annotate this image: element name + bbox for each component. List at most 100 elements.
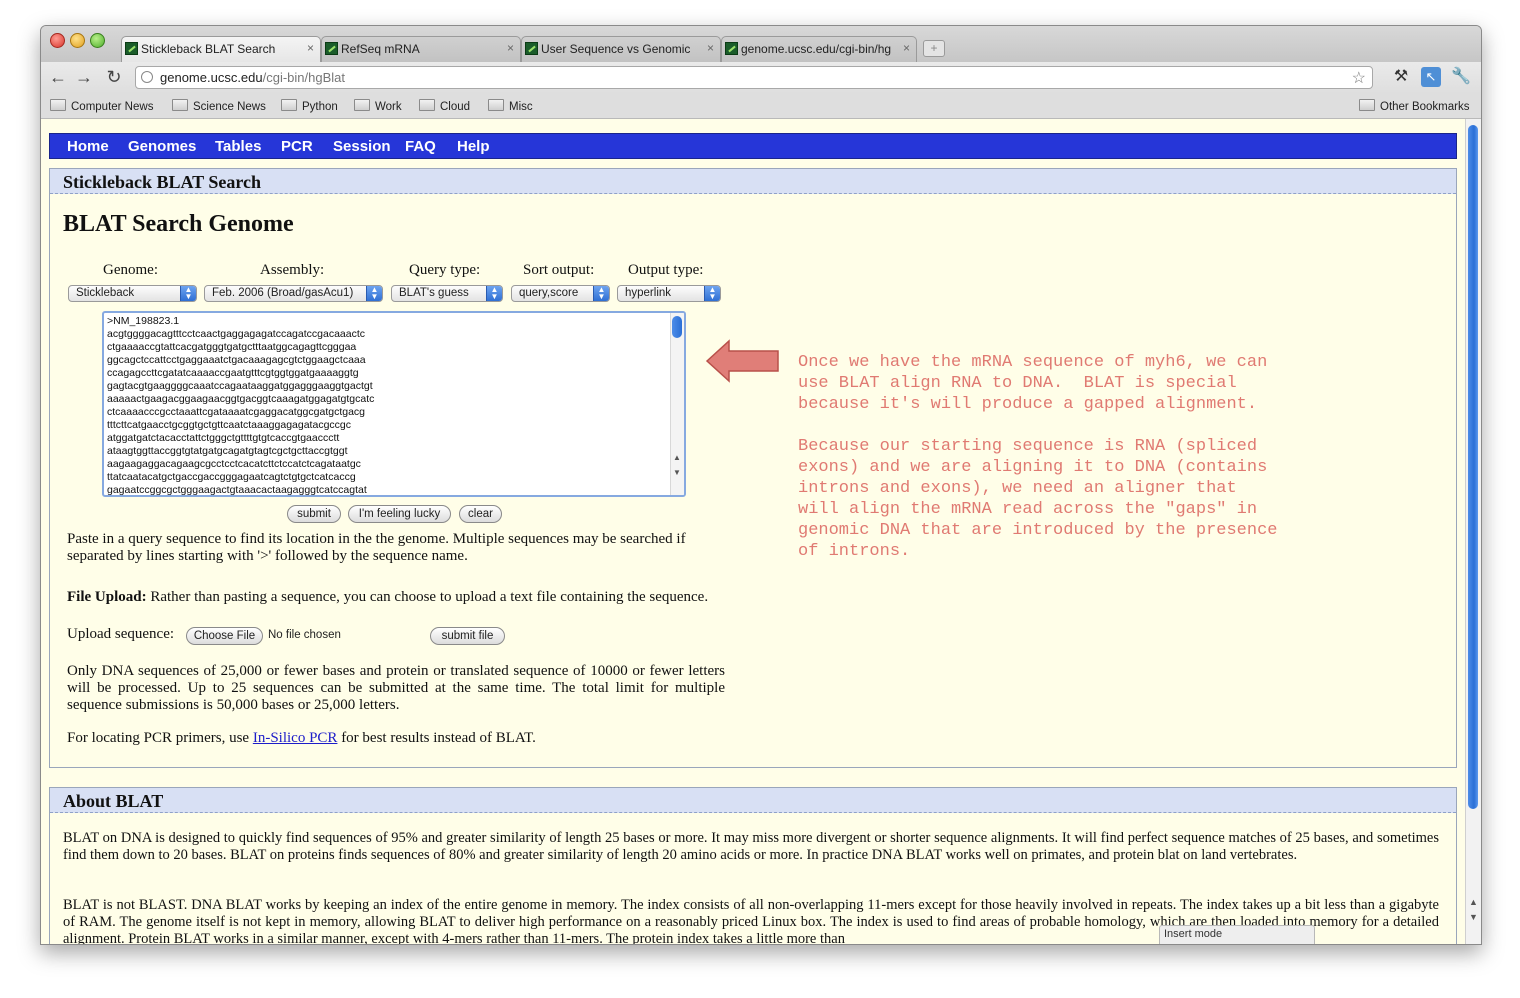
select-arrows-icon: ▲ ▼ bbox=[366, 286, 382, 301]
page-scrollbar[interactable]: ▲ ▼ bbox=[1465, 119, 1481, 944]
ucsc-favicon-icon bbox=[525, 42, 538, 55]
browser-window: Stickleback BLAT Search × RefSeq mRNA × … bbox=[40, 25, 1482, 945]
forward-arrow-icon[interactable]: → bbox=[73, 66, 95, 88]
ucsc-favicon-icon bbox=[725, 42, 738, 55]
tab-stickleback-blat[interactable]: Stickleback BLAT Search × bbox=[121, 36, 321, 62]
site-nav-bar: Home Genomes Tables PCR Session FAQ Help bbox=[49, 133, 1457, 159]
in-silico-pcr-link[interactable]: In-Silico PCR bbox=[253, 730, 338, 746]
scroll-down-icon[interactable]: ▼ bbox=[1469, 912, 1478, 922]
tab-strip: Stickleback BLAT Search × RefSeq mRNA × … bbox=[41, 26, 1481, 62]
scroll-up-icon[interactable]: ▲ bbox=[673, 453, 681, 462]
genome-select[interactable]: Stickleback ▲ ▼ bbox=[68, 285, 197, 302]
genome-label: Genome: bbox=[103, 262, 158, 278]
extension-icon[interactable]: ↖ bbox=[1421, 67, 1441, 87]
tab-close-icon[interactable]: × bbox=[507, 41, 514, 55]
assembly-select[interactable]: Feb. 2006 (Broad/gasAcu1) ▲ ▼ bbox=[204, 285, 383, 302]
sequence-textarea[interactable]: >NM_198823.1 acgtggggacagtttcctcaactgagg… bbox=[102, 311, 686, 497]
select-arrows-icon: ▲ ▼ bbox=[593, 286, 609, 301]
file-upload-heading: File Upload: bbox=[67, 589, 147, 605]
sort-output-select[interactable]: query,score ▲ ▼ bbox=[511, 285, 610, 302]
clear-button[interactable]: clear bbox=[459, 505, 502, 523]
paste-help-text: Paste in a query sequence to find its lo… bbox=[67, 531, 686, 564]
tab-close-icon[interactable]: × bbox=[307, 41, 314, 55]
sort-output-label: Sort output: bbox=[523, 262, 595, 278]
page-globe-icon bbox=[141, 71, 153, 83]
page-scroll-thumb[interactable] bbox=[1468, 125, 1478, 809]
select-arrows-icon: ▲ ▼ bbox=[704, 286, 720, 301]
folder-icon bbox=[50, 99, 66, 111]
nav-session[interactable]: Session bbox=[333, 138, 391, 155]
folder-icon bbox=[419, 99, 435, 111]
bookmark-misc[interactable]: Misc bbox=[488, 99, 533, 113]
annotation-note: Once we have the mRNA sequence of myh6, … bbox=[798, 353, 1278, 561]
bookmark-science-news[interactable]: Science News bbox=[172, 99, 266, 113]
minimize-window-button[interactable] bbox=[70, 33, 85, 48]
ucsc-favicon-icon bbox=[325, 42, 338, 55]
scroll-up-icon[interactable]: ▲ bbox=[1469, 897, 1478, 907]
query-type-label: Query type: bbox=[409, 262, 481, 278]
tab-close-icon[interactable]: × bbox=[707, 41, 714, 55]
output-type-label: Output type: bbox=[628, 262, 704, 278]
bookmark-work[interactable]: Work bbox=[354, 99, 402, 113]
textarea-scrollbar[interactable]: ▲ ▼ bbox=[670, 313, 684, 495]
bookmark-python[interactable]: Python bbox=[281, 99, 338, 113]
assembly-label: Assembly: bbox=[260, 262, 325, 278]
select-arrows-icon: ▲ ▼ bbox=[180, 286, 196, 301]
reload-icon[interactable]: ↻ bbox=[103, 66, 125, 88]
upload-sequence-label: Upload sequence: bbox=[67, 626, 175, 642]
select-arrows-icon: ▲ ▼ bbox=[486, 286, 502, 301]
output-type-select-value: hyperlink bbox=[625, 287, 672, 299]
panel-title: Stickleback BLAT Search bbox=[50, 169, 1456, 194]
query-type-select[interactable]: BLAT's guess ▲ ▼ bbox=[391, 285, 503, 302]
tab-user-sequence-vs-genomic[interactable]: User Sequence vs Genomic × bbox=[521, 36, 721, 62]
back-arrow-icon[interactable]: ← bbox=[47, 66, 69, 88]
feeling-lucky-button[interactable]: I'm feeling lucky bbox=[348, 505, 451, 523]
submit-file-button[interactable]: submit file bbox=[430, 627, 505, 645]
page-viewport: Home Genomes Tables PCR Session FAQ Help… bbox=[41, 119, 1465, 944]
wrench-menu-icon[interactable]: 🔧 bbox=[1451, 67, 1471, 87]
about-paragraph-1: BLAT on DNA is designed to quickly find … bbox=[63, 830, 1439, 863]
bookmark-other-bookmarks[interactable]: Other Bookmarks bbox=[1359, 99, 1469, 113]
zoom-window-button[interactable] bbox=[90, 33, 105, 48]
tab-close-icon[interactable]: × bbox=[903, 41, 910, 55]
nav-faq[interactable]: FAQ bbox=[405, 138, 436, 155]
ucsc-favicon-icon bbox=[125, 42, 138, 55]
output-type-select[interactable]: hyperlink ▲ ▼ bbox=[617, 285, 721, 302]
assembly-select-value: Feb. 2006 (Broad/gasAcu1) bbox=[212, 287, 354, 299]
limits-text: Only DNA sequences of 25,000 or fewer ba… bbox=[67, 663, 725, 713]
page-heading: BLAT Search Genome bbox=[63, 211, 294, 237]
red-arrow-icon bbox=[705, 339, 779, 383]
file-upload-description: Rather than pasting a sequence, you can … bbox=[146, 589, 709, 605]
nav-help[interactable]: Help bbox=[457, 138, 490, 155]
folder-icon bbox=[172, 99, 188, 111]
submit-button[interactable]: submit bbox=[287, 505, 341, 523]
tab-genome-ucsc[interactable]: genome.ucsc.edu/cgi-bin/hg × bbox=[721, 36, 917, 62]
address-bar[interactable]: genome.ucsc.edu/cgi-bin/hgBlat ☆ bbox=[135, 66, 1373, 89]
nav-tables[interactable]: Tables bbox=[215, 138, 261, 155]
about-panel-title: About BLAT bbox=[50, 788, 1456, 813]
textarea-scroll-thumb[interactable] bbox=[672, 316, 682, 338]
scroll-down-icon[interactable]: ▼ bbox=[673, 468, 681, 477]
file-upload-text: File Upload: Rather than pasting a seque… bbox=[67, 589, 727, 606]
folder-icon bbox=[354, 99, 370, 111]
no-file-chosen-text: No file chosen bbox=[268, 629, 341, 641]
folder-icon bbox=[488, 99, 504, 111]
bookmarks-bar: Computer News Science News Python Work C… bbox=[41, 94, 1481, 119]
nav-genomes[interactable]: Genomes bbox=[128, 138, 196, 155]
bookmark-star-icon[interactable]: ☆ bbox=[1352, 68, 1366, 88]
bookmark-computer-news[interactable]: Computer News bbox=[50, 99, 153, 113]
url-path: /cgi-bin/hgBlat bbox=[262, 70, 346, 85]
tab-refseq-mrna[interactable]: RefSeq mRNA × bbox=[321, 36, 521, 62]
new-tab-button[interactable]: + bbox=[923, 40, 945, 57]
page-menu-icon[interactable]: ⚒ bbox=[1391, 67, 1411, 87]
bookmark-cloud[interactable]: Cloud bbox=[419, 99, 470, 113]
choose-file-button[interactable]: Choose File bbox=[186, 627, 263, 645]
close-window-button[interactable] bbox=[50, 33, 65, 48]
query-type-select-value: BLAT's guess bbox=[399, 287, 469, 299]
sort-output-select-value: query,score bbox=[519, 287, 579, 299]
nav-home[interactable]: Home bbox=[67, 138, 109, 155]
url-text[interactable]: genome.ucsc.edu/cgi-bin/hgBlat bbox=[160, 70, 345, 85]
status-bubble: Insert mode bbox=[1159, 925, 1315, 944]
nav-pcr[interactable]: PCR bbox=[281, 138, 313, 155]
browser-toolbar: ← → ↻ genome.ucsc.edu/cgi-bin/hgBlat ☆ ⚒… bbox=[41, 62, 1481, 94]
